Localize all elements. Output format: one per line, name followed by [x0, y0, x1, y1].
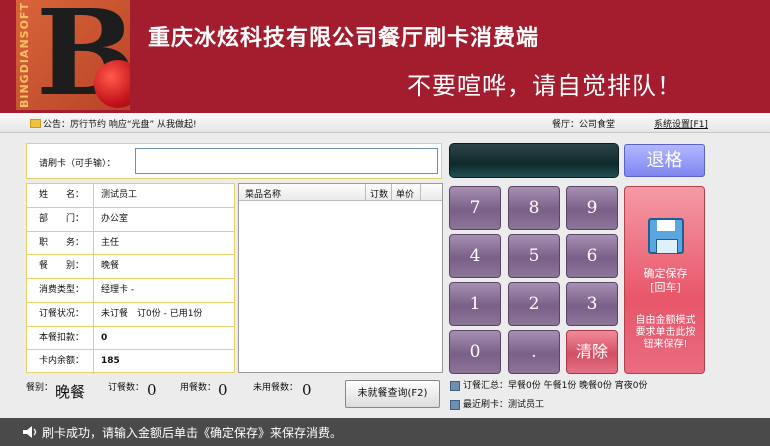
- info-key: 餐 别：: [27, 255, 94, 278]
- key-decimal[interactable]: .: [508, 330, 560, 374]
- key-4[interactable]: 4: [449, 234, 501, 278]
- folder-icon: [30, 119, 41, 128]
- summary-icon: [450, 380, 460, 391]
- queue-slogan: 不要喧哗，请自觉排队！: [407, 72, 682, 100]
- key-7[interactable]: 7: [449, 186, 501, 230]
- confirm-save-button[interactable]: 确定保存 [回车] 自由金额模式要求单击此按钮来保存!: [624, 186, 705, 374]
- info-row-consume-type: 消费类型： 经理卡 -: [27, 279, 234, 303]
- key-5[interactable]: 5: [508, 234, 560, 278]
- card-number-input[interactable]: [135, 148, 438, 174]
- restaurant-label: 餐厅：公司食堂: [552, 120, 616, 130]
- used-count-value: 0: [218, 381, 228, 399]
- save-disk-icon: [648, 218, 684, 254]
- header-banner: B BINGDIANSOFT 重庆冰炫科技有限公司餐厅刷卡消费端 不要喧哗，请自…: [0, 0, 770, 113]
- ordered-count-label: 订餐数：: [108, 383, 145, 393]
- company-logo: B BINGDIANSOFT: [16, 0, 130, 110]
- info-row-department: 部 门： 办公室: [27, 207, 234, 232]
- ordered-count-value: 0: [147, 381, 157, 399]
- card-input-label: 请刷卡（可手输）：: [39, 159, 116, 169]
- info-key: 消费类型：: [27, 279, 94, 302]
- save-note: 自由金额模式要求单击此按钮来保存!: [635, 315, 696, 350]
- info-key: 职 务：: [27, 231, 94, 255]
- balance-value: 185: [101, 356, 120, 367]
- save-shortcut-hint: [回车]: [650, 281, 681, 294]
- key-8[interactable]: 8: [508, 186, 560, 230]
- info-key: 本餐扣款：: [27, 326, 94, 350]
- announcement-text: 公告：厉行节约 响应“光盘” 从我做起!: [43, 120, 197, 130]
- info-row-meal-type: 餐 别： 晚餐: [27, 255, 234, 279]
- card-input-row: 请刷卡（可手输）：: [26, 143, 442, 179]
- system-settings-link[interactable]: 系统设置[F1]: [654, 117, 708, 130]
- column-dish-name: 菜品名称: [245, 190, 282, 200]
- used-count-label: 用餐数：: [180, 383, 217, 393]
- key-1[interactable]: 1: [449, 282, 501, 326]
- info-row-name: 姓 名： 测试员工: [27, 184, 234, 208]
- amount-display: [449, 143, 619, 178]
- info-row-position: 职 务： 主任: [27, 231, 234, 256]
- order-summary: 订餐汇总：早餐0份 午餐1份 晚餐0份 宵夜0份: [450, 378, 648, 391]
- user-card-icon: [450, 399, 460, 410]
- recent-swipe: 最近刷卡：测试员工: [450, 397, 544, 410]
- info-row-deduction: 本餐扣款： 0: [27, 326, 234, 351]
- column-unit-price: 单价: [396, 190, 415, 200]
- meal-type-value: 晚餐: [101, 261, 120, 272]
- consume-type-value: 经理卡 -: [101, 285, 135, 295]
- speaker-icon: [23, 426, 37, 438]
- key-6[interactable]: 6: [566, 234, 618, 278]
- order-status-value: 未订餐 订0份 - 已用1份: [101, 308, 203, 319]
- clear-button[interactable]: 清除: [566, 330, 618, 374]
- meal-label: 餐别：: [26, 383, 54, 393]
- order-summary-text: 订餐汇总：早餐0份 午餐1份 晚餐0份 宵夜0份: [463, 381, 648, 391]
- employee-name-value: 测试员工: [101, 190, 138, 200]
- logo-text: BINGDIANSOFT: [18, 2, 31, 108]
- meal-value: 晚餐: [55, 383, 86, 401]
- info-key: 姓 名：: [27, 184, 94, 207]
- info-key: 卡内余额：: [27, 350, 94, 374]
- status-message: 刷卡成功，请输入金额后单击《确定保存》来保存消费。: [42, 426, 343, 440]
- info-row-balance: 卡内余额： 185: [27, 350, 234, 374]
- unused-count-label: 未用餐数：: [253, 383, 299, 393]
- info-key: 部 门：: [27, 207, 94, 231]
- department-value: 办公室: [101, 213, 129, 224]
- info-row-order-status: 订餐状况： 未订餐 订0份 - 已用1份: [27, 302, 234, 327]
- employee-info-table: 姓 名： 测试员工 部 门： 办公室 职 务： 主任 餐 别： 晚餐 消费类型： 经理卡 …: [26, 183, 235, 374]
- notice-bar: 公告：厉行节约 响应“光盘” 从我做起! 餐厅：公司食堂 系统设置[F1]: [0, 113, 770, 133]
- info-key: 订餐状况：: [27, 302, 94, 326]
- key-2[interactable]: 2: [508, 282, 560, 326]
- deduction-value: 0: [101, 332, 108, 343]
- unused-count-value: 0: [302, 381, 312, 399]
- dishes-list-header: 菜品名称 订数 单价: [239, 184, 442, 201]
- key-9[interactable]: 9: [566, 186, 618, 230]
- not-meal-query-button[interactable]: 未就餐查询(F2): [345, 380, 440, 408]
- dishes-list[interactable]: 菜品名称 订数 单价: [238, 183, 443, 373]
- key-0[interactable]: 0: [449, 330, 501, 374]
- key-3[interactable]: 3: [566, 282, 618, 326]
- position-value: 主任: [101, 237, 120, 248]
- column-order-count: 订数: [370, 190, 389, 200]
- app-title: 重庆冰炫科技有限公司餐厅刷卡消费端: [148, 25, 540, 51]
- status-bar: 刷卡成功，请输入金额后单击《确定保存》来保存消费。: [0, 418, 770, 446]
- backspace-button[interactable]: 退格: [624, 144, 705, 177]
- recent-swipe-text: 最近刷卡：测试员工: [463, 400, 545, 410]
